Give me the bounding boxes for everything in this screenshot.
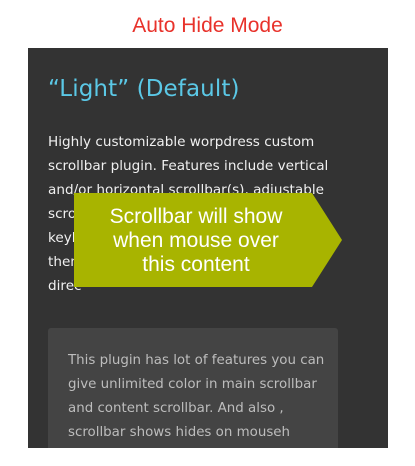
panel-heading: “Light” (Default) <box>48 76 240 102</box>
inner-scroll-box[interactable]: This plugin has lot of features you can … <box>48 328 338 448</box>
inner-line: give unlimited color in main scrollbar <box>68 377 317 392</box>
callout-line: this content <box>142 253 250 276</box>
mode-title: Auto Hide Mode <box>132 14 283 37</box>
inner-line: and content scrollbar. And also , <box>68 401 284 416</box>
page: Auto Hide Mode “Light” (Default) Highly … <box>0 0 415 466</box>
inner-line: This plugin has lot of features you can <box>68 353 325 368</box>
callout-text: Scrollbar will show when mouse over this… <box>74 205 318 277</box>
callout-line: Scrollbar will show <box>109 205 283 228</box>
callout-line: when mouse over <box>113 229 279 252</box>
inner-line: scrollbar shows hides on mouseh <box>68 425 291 440</box>
inner-box-text: This plugin has lot of features you can … <box>68 349 333 445</box>
tooltip-callout: Scrollbar will show when mouse over this… <box>74 193 344 287</box>
description-line: scrollbar plugin. Features include verti… <box>48 158 329 174</box>
description-line: Highly customizable worpdress custom <box>48 134 315 150</box>
